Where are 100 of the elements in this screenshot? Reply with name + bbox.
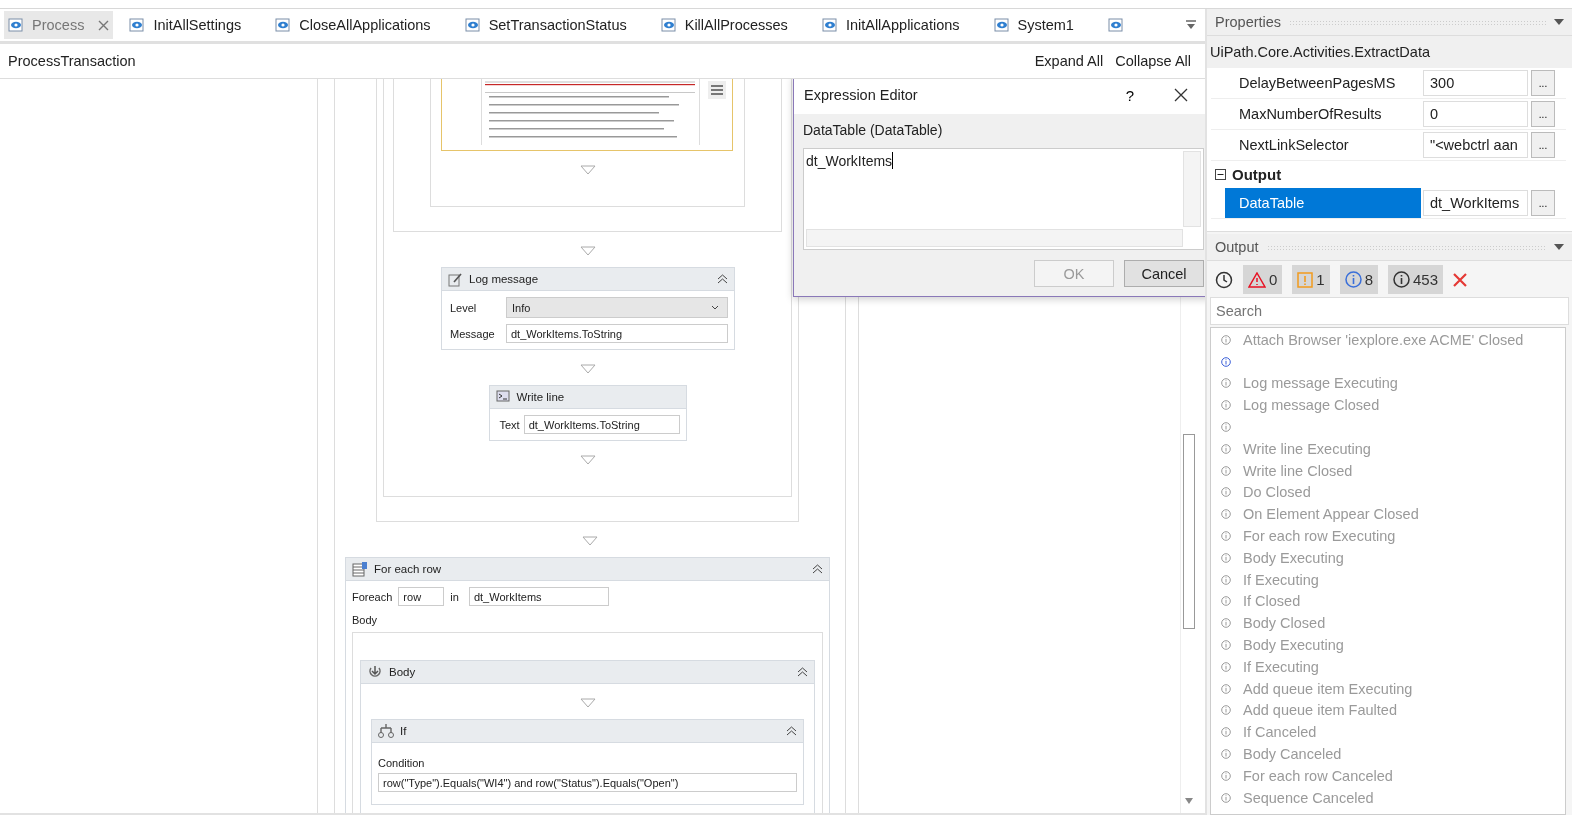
info-icon: [1221, 465, 1231, 476]
console-icon: [495, 390, 511, 404]
drop-arrow-icon: [579, 246, 596, 256]
document-tab[interactable]: SetTransactionStatus: [460, 11, 631, 39]
table-icon: [352, 561, 368, 577]
log-filter-button[interactable]: 1: [1292, 265, 1330, 294]
info-icon: [1221, 378, 1231, 389]
info-icon: [1221, 574, 1231, 585]
document-tab[interactable]: InitAllApplications: [817, 11, 964, 39]
property-value-field[interactable]: 300: [1423, 70, 1528, 96]
message-field[interactable]: dt_WorkItems.ToString: [506, 324, 728, 343]
collection-field[interactable]: dt_WorkItems: [468, 587, 609, 606]
info-icon: [1221, 422, 1231, 433]
panel-title: Properties: [1215, 14, 1282, 30]
field-label: Body: [352, 614, 378, 626]
document-tab[interactable]: InitAllSettings: [125, 11, 246, 39]
log-filter-button[interactable]: 453: [1388, 265, 1444, 294]
info-icon: [1393, 271, 1411, 288]
dropdown-icon[interactable]: [1554, 19, 1564, 25]
scroll-down-icon[interactable]: [1184, 797, 1194, 805]
info-icon: [1221, 443, 1231, 454]
info-icon: [1221, 334, 1231, 345]
info-icon: [1221, 727, 1231, 738]
collapse-icon[interactable]: [786, 726, 797, 736]
drop-arrow-icon: [579, 455, 596, 465]
collapse-icon[interactable]: [797, 667, 808, 677]
browse-button[interactable]: ...: [1531, 132, 1555, 158]
level-dropdown[interactable]: Info: [506, 297, 728, 318]
item-field[interactable]: row: [398, 587, 445, 606]
collapse-icon[interactable]: [1215, 169, 1226, 180]
browse-button[interactable]: ...: [1531, 190, 1555, 216]
activity-title: Log message: [469, 273, 539, 285]
property-value-field[interactable]: dt_WorkItems: [1423, 190, 1528, 216]
document-tab[interactable]: Process: [4, 11, 114, 39]
info-icon: [1221, 661, 1231, 672]
dropdown-icon[interactable]: [1185, 19, 1197, 31]
dialog-title: Expression Editor: [804, 87, 918, 103]
property-name[interactable]: DataTable: [1225, 188, 1421, 218]
dropdown-icon[interactable]: [1554, 244, 1564, 250]
help-button[interactable]: ?: [1125, 86, 1134, 104]
workflow-icon: [464, 17, 481, 33]
expression-field[interactable]: dt_WorkItems: [803, 148, 1204, 250]
write-line-card[interactable]: Write line Text dt_WorkItems.ToString: [488, 385, 687, 441]
activity-title: Write line: [516, 391, 565, 403]
log-message-card[interactable]: Log message Level Info Message dt_WorkItems.ToString: [441, 267, 735, 350]
info-icon: [1344, 271, 1362, 288]
log-message: Body Executing: [1243, 549, 1344, 566]
property-name[interactable]: DelayBetweenPagesMS: [1225, 68, 1421, 98]
log-message: Body Executing: [1243, 637, 1344, 654]
clock-icon[interactable]: [1215, 270, 1233, 289]
log-filter-button[interactable]: 0: [1243, 265, 1283, 294]
info-icon: [1221, 509, 1231, 520]
log-message: If Closed: [1243, 593, 1301, 610]
loop-icon: [367, 664, 383, 680]
info-icon: [1221, 705, 1231, 716]
property-name[interactable]: NextLinkSelector: [1225, 130, 1421, 160]
menu-icon[interactable]: [708, 81, 726, 99]
info-icon: [1221, 531, 1231, 542]
log-message: For each row Executing: [1243, 528, 1396, 545]
canvas-action-link[interactable]: Collapse All: [1115, 53, 1191, 69]
collapse-icon[interactable]: [717, 274, 728, 284]
property-value-field[interactable]: "<webctrl aan: [1423, 132, 1528, 158]
log-message: Body Canceled: [1243, 746, 1342, 763]
info-icon: [1221, 683, 1231, 694]
branch-icon: [378, 723, 394, 739]
browse-button[interactable]: ...: [1531, 101, 1555, 127]
document-tab[interactable]: CloseAllApplications: [271, 11, 435, 39]
log-filter-button[interactable]: 8: [1339, 265, 1379, 294]
collapse-icon[interactable]: [812, 564, 823, 574]
field-label: Condition: [378, 757, 426, 769]
clear-icon[interactable]: [1453, 272, 1468, 287]
document-tab[interactable]: System1: [989, 11, 1078, 39]
log-message: Do Closed: [1243, 484, 1311, 501]
dialog-button[interactable]: Cancel: [1124, 260, 1204, 287]
exclamation-square-icon: [1297, 271, 1314, 288]
condition-field[interactable]: row("Type").Equals("WI4") and row("Status").Equals("Open"): [378, 773, 797, 792]
activity-title: Body: [389, 666, 416, 678]
workflow-icon: [275, 17, 292, 33]
close-icon[interactable]: [1174, 88, 1188, 102]
search-field[interactable]: Search: [1210, 297, 1569, 325]
browse-button[interactable]: ...: [1531, 70, 1555, 96]
if-card[interactable]: If Condition row("Type").Equals("WI4") and row("Status").Equals("Open"): [371, 719, 804, 805]
workflow-icon: [8, 17, 24, 33]
workflow-icon: [660, 17, 677, 33]
property-value-field[interactable]: 0: [1423, 101, 1528, 127]
for-each-row-card[interactable]: For each row Foreach row in dt_WorkItems Body Body If Condition row("Type").Equals("WI4") and row("Status").Equals("Open"): [345, 557, 830, 813]
info-icon: [1221, 356, 1231, 367]
drop-arrow-icon: [579, 364, 596, 374]
canvas-action-link[interactable]: Expand All: [1034, 53, 1104, 69]
breadcrumb[interactable]: ProcessTransaction: [8, 53, 136, 69]
property-name[interactable]: MaxNumberOfResults: [1225, 99, 1421, 129]
text-field[interactable]: dt_WorkItems.ToString: [523, 415, 680, 434]
field-label: DataTable (DataTable): [803, 122, 943, 138]
log-message: Body Closed: [1243, 615, 1326, 632]
body-card[interactable]: Body If Condition row("Type").Equals("WI4") and row("Status").Equals("Open"): [360, 660, 815, 813]
info-icon: [1221, 618, 1231, 629]
info-icon: [1221, 552, 1231, 563]
log-message: Log message Executing: [1243, 375, 1398, 392]
document-tab[interactable]: KillAllProcesses: [656, 11, 792, 39]
workflow-icon: [1107, 17, 1124, 33]
